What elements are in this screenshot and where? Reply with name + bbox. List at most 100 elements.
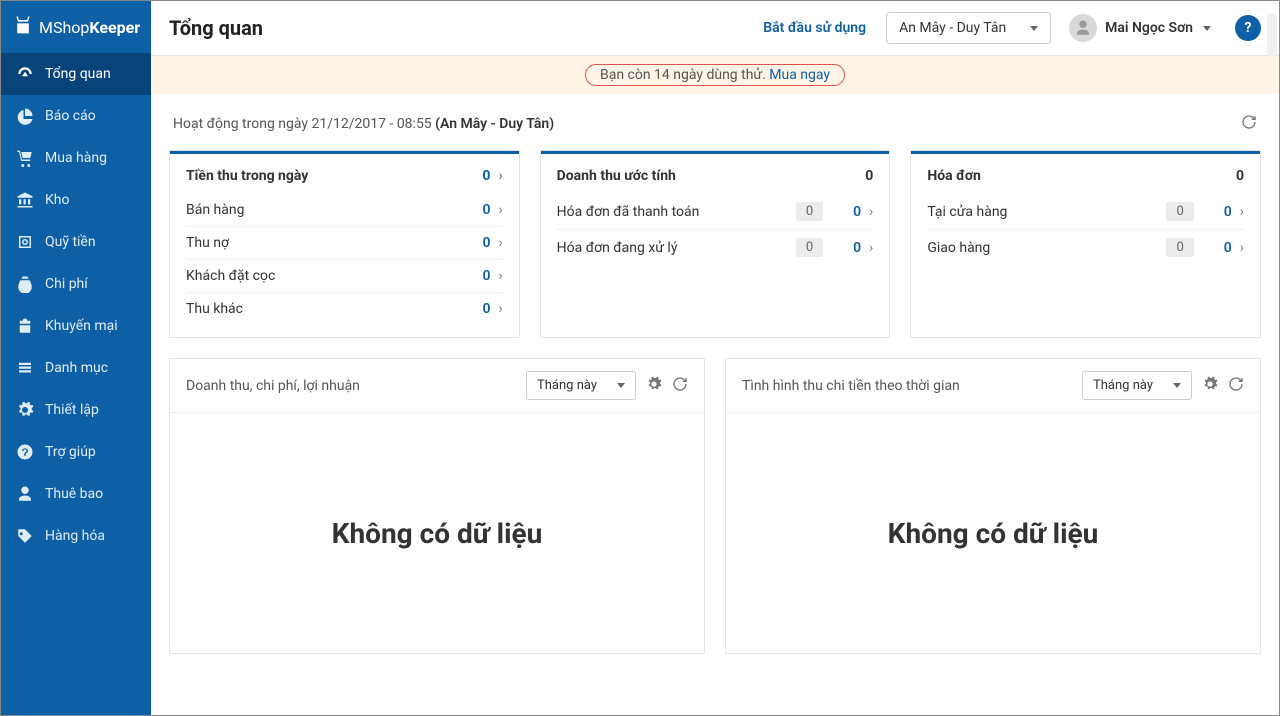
sidebar-item-help[interactable]: Trợ giúp (1, 431, 151, 473)
activity-store: (An Mây - Duy Tân) (435, 116, 554, 132)
pie-icon (15, 107, 35, 125)
sidebar-item-label: Chi phí (45, 276, 88, 292)
user-icon (15, 485, 35, 503)
card-row[interactable]: Khách đặt cọc0› (186, 259, 503, 292)
user-menu[interactable]: Mai Ngọc Sơn (1069, 14, 1211, 42)
card-title: Doanh thu ước tính (557, 168, 676, 184)
card-row[interactable]: Thu khác0 › (186, 292, 503, 325)
bank-icon (15, 191, 35, 209)
card-invoice: Hóa đơn 0 Tại cửa hàng00›Giao hàng00› (910, 150, 1261, 338)
cart-icon (15, 149, 35, 167)
trial-banner: Bạn còn 14 ngày dùng thử. Mua ngay (151, 56, 1279, 94)
list-icon (15, 359, 35, 377)
row-value: 0 (853, 240, 861, 256)
sidebar-item-overview[interactable]: Tổng quan (1, 53, 151, 95)
card-title: Tiền thu trong ngày (186, 168, 308, 184)
chevron-right-icon: › (498, 301, 502, 317)
sidebar-item-label: Thiết lập (45, 402, 99, 418)
chevron-right-icon: › (498, 235, 502, 251)
sidebar-item-label: Quỹ tiền (45, 234, 96, 250)
row-value: 0 (853, 204, 861, 220)
sidebar-item-promotion[interactable]: Khuyến mại (1, 305, 151, 347)
brand-suffix: Keeper (89, 18, 140, 37)
row-label: Thu khác (186, 301, 482, 317)
row-label: Tại cửa hàng (927, 204, 1166, 220)
card-title: Hóa đơn (927, 168, 981, 184)
card-value: 0 (1236, 168, 1244, 184)
row-label: Hóa đơn đang xử lý (557, 240, 796, 256)
sidebar-item-warehouse[interactable]: Kho (1, 179, 151, 221)
sidebar-item-goods[interactable]: Hàng hóa (1, 515, 151, 557)
refresh-icon[interactable] (1241, 114, 1257, 134)
period-select[interactable]: Tháng này (526, 371, 636, 400)
page-title: Tổng quan (169, 16, 263, 40)
chevron-right-icon: › (869, 204, 873, 220)
sidebar-item-label: Thuê bao (45, 486, 103, 502)
row-label: Thu nợ (186, 235, 482, 251)
start-using-link[interactable]: Bắt đầu sử dụng (763, 20, 866, 36)
help-icon (15, 443, 35, 461)
card-row[interactable]: Giao hàng00› (927, 229, 1244, 265)
chevron-down-icon (1203, 26, 1211, 31)
card-row[interactable]: Thu nợ0 › (186, 226, 503, 259)
sidebar-item-fund[interactable]: Quỹ tiền (1, 221, 151, 263)
store-selector[interactable]: An Mây - Duy Tân (886, 12, 1051, 44)
buy-now-link[interactable]: Mua ngay (769, 67, 830, 83)
brand: MShopKeeper (1, 1, 151, 53)
card-income: Tiền thu trong ngày 0 › Bán hàng0›Thu nợ… (169, 150, 520, 338)
panel-title: Doanh thu, chi phí, lợi nhuận (186, 378, 360, 394)
brand-prefix: MShop (39, 18, 89, 37)
sidebar-item-reports[interactable]: Báo cáo (1, 95, 151, 137)
sidebar-item-expense[interactable]: Chi phí (1, 263, 151, 305)
sidebar: MShopKeeper Tổng quan Báo cáoMua hàngKho Q… (1, 1, 151, 715)
row-value: 0 (1224, 204, 1232, 220)
card-row[interactable]: Tại cửa hàng00› (927, 194, 1244, 229)
gauge-icon (15, 65, 35, 83)
sidebar-item-settings[interactable]: Thiết lập (1, 389, 151, 431)
help-button[interactable]: ? (1235, 15, 1261, 41)
row-label: Khách đặt cọc (186, 268, 482, 284)
row-badge: 0 (796, 202, 823, 221)
sidebar-item-purchase[interactable]: Mua hàng (1, 137, 151, 179)
period-select[interactable]: Tháng này (1082, 371, 1192, 400)
safe-icon (15, 233, 35, 251)
chevron-right-icon[interactable]: › (498, 168, 502, 184)
chevron-down-icon (617, 383, 625, 388)
sidebar-item-subscription[interactable]: Thuê bao (1, 473, 151, 515)
row-badge: 0 (1166, 202, 1193, 221)
gear-icon[interactable] (646, 376, 662, 396)
chevron-down-icon (1173, 383, 1181, 388)
card-row[interactable]: Bán hàng0› (186, 194, 503, 226)
row-badge: 0 (796, 238, 823, 257)
row-label: Bán hàng (186, 202, 482, 218)
brand-icon (13, 15, 33, 39)
card-row[interactable]: Hóa đơn đang xử lý00› (557, 229, 874, 265)
sidebar-item-label: Tổng quan (45, 66, 111, 82)
row-label: Hóa đơn đã thanh toán (557, 204, 796, 220)
row-value: 0 (1224, 240, 1232, 256)
card-row[interactable]: Hóa đơn đã thanh toán00› (557, 194, 874, 229)
chevron-right-icon: › (498, 202, 502, 218)
store-name: An Mây - Duy Tân (899, 20, 1006, 36)
refresh-icon[interactable] (1228, 376, 1244, 396)
sidebar-item-label: Trợ giúp (45, 444, 96, 460)
chevron-down-icon (1030, 26, 1038, 31)
row-label: Giao hàng (927, 240, 1166, 256)
main-nav: Tổng quan Báo cáoMua hàngKho Quỹ tiền Chi p… (1, 53, 151, 557)
sidebar-item-catalog[interactable]: Danh mục (1, 347, 151, 389)
trial-text: Bạn còn 14 ngày dùng thử. (600, 67, 769, 83)
row-value: 0 (482, 268, 490, 284)
chevron-right-icon: › (1240, 240, 1244, 256)
row-value: 0 (482, 235, 490, 251)
moneybag-icon (15, 275, 35, 293)
row-value: 0 (482, 301, 490, 317)
panel-title: Tình hình thu chi tiền theo thời gian (742, 378, 960, 394)
refresh-icon[interactable] (672, 376, 688, 396)
empty-state: Không có dữ liệu (888, 517, 1099, 550)
avatar-icon (1069, 14, 1097, 42)
tag-icon (15, 527, 35, 545)
empty-state: Không có dữ liệu (332, 517, 543, 550)
gear-icon[interactable] (1202, 376, 1218, 396)
content-area: Bạn còn 14 ngày dùng thử. Mua ngay Hoạt … (151, 56, 1279, 715)
sidebar-item-label: Khuyến mại (45, 318, 118, 334)
